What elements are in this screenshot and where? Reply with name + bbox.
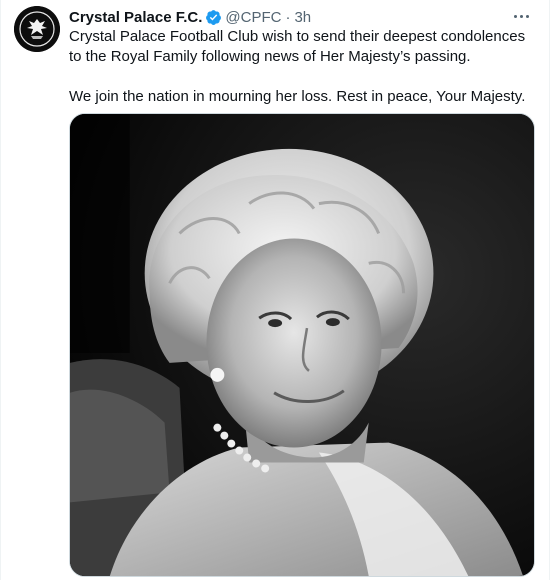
tweet-photo[interactable] — [69, 113, 535, 577]
tweet-paragraph-2: We join the nation in mourning her loss.… — [69, 88, 526, 105]
portrait-photo — [70, 114, 534, 576]
more-dot — [520, 14, 523, 18]
tweet-card[interactable]: Crystal Palace F.C. @CPFC · 3h Crystal P… — [0, 0, 550, 580]
tweet-timestamp[interactable]: 3h — [294, 9, 311, 26]
crystal-palace-eagle-crest-icon — [14, 6, 60, 52]
author-handle[interactable]: @CPFC — [225, 9, 281, 26]
verified-badge-icon — [206, 9, 222, 25]
tweet-paragraph-1: Crystal Palace Football Club wish to sen… — [69, 28, 526, 65]
more-options-icon[interactable] — [514, 7, 529, 25]
separator-dot: · — [285, 8, 291, 26]
tweet-header: Crystal Palace F.C. @CPFC · 3h — [69, 7, 529, 27]
tweet-text: Crystal Palace Football Club wish to sen… — [69, 27, 535, 107]
more-dot — [514, 14, 517, 18]
author-name[interactable]: Crystal Palace F.C. — [69, 9, 202, 26]
author-avatar[interactable] — [14, 6, 60, 52]
more-dot — [526, 14, 529, 18]
